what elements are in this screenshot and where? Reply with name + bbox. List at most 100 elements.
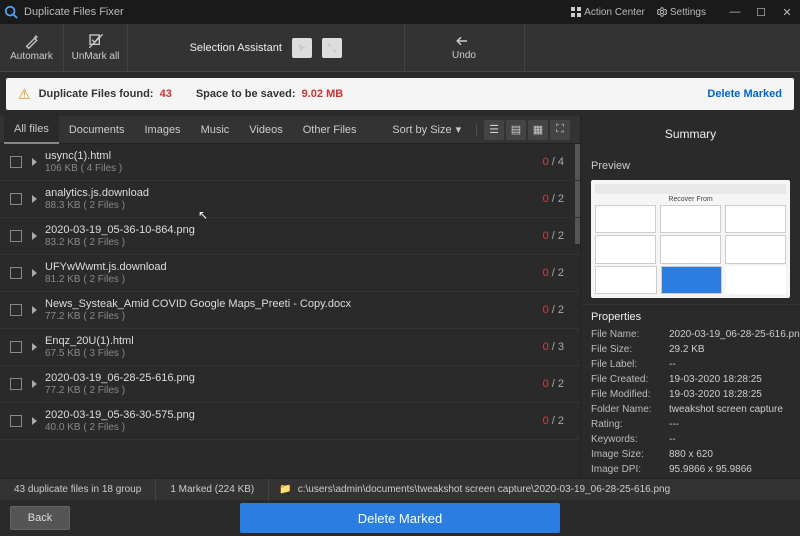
file-list[interactable]: usync(1).html106 KB ( 4 Files )0 / 4anal…: [0, 144, 580, 478]
app-title: Duplicate Files Fixer: [24, 6, 124, 18]
tab-images[interactable]: Images: [134, 116, 190, 144]
titlebar: Duplicate Files Fixer Action Center Sett…: [0, 0, 800, 24]
sa-tool-2[interactable]: [322, 38, 342, 58]
tab-all-files[interactable]: All files: [4, 116, 59, 144]
cursor-check-icon: [296, 42, 308, 54]
property-row: File Created:19-03-2020 18:28:25: [591, 372, 800, 387]
expand-icon[interactable]: [32, 195, 37, 203]
filter-tabs: All files Documents Images Music Videos …: [0, 116, 580, 144]
tab-documents[interactable]: Documents: [59, 116, 135, 144]
property-key: Folder Name:: [591, 402, 669, 417]
property-value: 880 x 620: [669, 447, 800, 462]
chevron-down-icon: ▾: [456, 123, 462, 136]
selection-ratio: 0 / 2: [543, 415, 564, 427]
row-checkbox[interactable]: [10, 267, 22, 279]
file-group-row[interactable]: 2020-03-19_05-36-30-575.png40.0 KB ( 2 F…: [0, 403, 580, 440]
expand-icon[interactable]: [32, 232, 37, 240]
file-group-row[interactable]: 2020-03-19_05-36-10-864.png83.2 KB ( 2 F…: [0, 218, 580, 255]
view-modes: ☰ ▤ ▦ ⛶: [484, 120, 570, 140]
file-meta: 88.3 KB ( 2 Files ): [45, 200, 543, 211]
selection-ratio: 0 / 2: [543, 193, 564, 205]
row-checkbox[interactable]: [10, 156, 22, 168]
property-row: Image DPI:95.9866 x 95.9866: [591, 462, 800, 477]
view-grid[interactable]: ▦: [528, 120, 548, 140]
property-value: tweakshot screen capture: [669, 402, 800, 417]
selection-ratio: 0 / 2: [543, 230, 564, 242]
property-row: Rating:---: [591, 417, 800, 432]
action-center-button[interactable]: Action Center: [571, 7, 645, 18]
expand-icon[interactable]: [32, 306, 37, 314]
row-checkbox[interactable]: [10, 304, 22, 316]
selection-assistant: Selection Assistant: [128, 24, 405, 71]
bottom-bar: Back Delete Marked: [0, 500, 800, 536]
selection-ratio: 0 / 2: [543, 378, 564, 390]
wand-icon: [24, 33, 40, 49]
file-group-row[interactable]: analytics.js.download88.3 KB ( 2 Files )…: [0, 181, 580, 218]
view-list[interactable]: ☰: [484, 120, 504, 140]
file-group-row[interactable]: UFYwWwmt.js.download81.2 KB ( 2 Files )0…: [0, 255, 580, 292]
row-checkbox[interactable]: [10, 193, 22, 205]
minimize-button[interactable]: —: [726, 6, 744, 19]
property-key: Rating:: [591, 417, 669, 432]
settings-button[interactable]: Settings: [657, 7, 706, 18]
delete-marked-button[interactable]: Delete Marked: [240, 503, 560, 533]
tab-other[interactable]: Other Files: [293, 116, 367, 144]
expand-icon[interactable]: [32, 343, 37, 351]
file-group-row[interactable]: usync(1).html106 KB ( 4 Files )0 / 4: [0, 144, 580, 181]
property-row: File Label:--: [591, 357, 800, 372]
property-key: Image DPI:: [591, 462, 669, 477]
property-value: 19-03-2020 18:28:25: [669, 387, 800, 402]
expand-icon[interactable]: [32, 417, 37, 425]
back-button[interactable]: Back: [10, 506, 70, 530]
summary-panel: Summary Preview Recover From Properties …: [580, 116, 800, 478]
tools-icon: [326, 42, 338, 54]
sort-by-dropdown[interactable]: Sort by Size ▾: [392, 123, 461, 136]
row-checkbox[interactable]: [10, 230, 22, 242]
view-expand[interactable]: ⛶: [550, 120, 570, 140]
row-checkbox[interactable]: [10, 341, 22, 353]
file-name: 2020-03-19_05-36-10-864.png: [45, 224, 543, 236]
property-value: --: [669, 432, 800, 447]
status-count: 43 duplicate files in 18 group: [0, 479, 156, 501]
close-button[interactable]: ✕: [778, 6, 796, 19]
file-group-row[interactable]: Enqz_20U(1).html67.5 KB ( 3 Files )0 / 3: [0, 329, 580, 366]
expand-icon[interactable]: [32, 380, 37, 388]
file-meta: 81.2 KB ( 2 Files ): [45, 274, 543, 285]
file-meta: 83.2 KB ( 2 Files ): [45, 237, 543, 248]
row-checkbox[interactable]: [10, 415, 22, 427]
expand-icon[interactable]: [32, 269, 37, 277]
maximize-button[interactable]: ☐: [752, 6, 770, 19]
unmark-all-button[interactable]: UnMark all: [64, 24, 128, 71]
property-key: File Created:: [591, 372, 669, 387]
status-marked: 1 Marked (224 KB): [156, 479, 269, 501]
tab-videos[interactable]: Videos: [239, 116, 292, 144]
file-group-row[interactable]: News_Systeak_Amid COVID Google Maps_Pree…: [0, 292, 580, 329]
delete-marked-link[interactable]: Delete Marked: [707, 88, 782, 100]
summary-heading: Summary: [581, 116, 800, 152]
file-name: 2020-03-19_05-36-30-575.png: [45, 409, 543, 421]
property-row: File Size:29.2 KB: [591, 342, 800, 357]
property-value: 29.2 KB: [669, 342, 800, 357]
automark-button[interactable]: Automark: [0, 24, 64, 71]
app-logo-icon: [4, 5, 18, 19]
file-name: usync(1).html: [45, 150, 543, 162]
file-group-row[interactable]: 2020-03-19_06-28-25-616.png77.2 KB ( 2 F…: [0, 366, 580, 403]
undo-button[interactable]: Undo: [405, 24, 525, 71]
property-key: File Label:: [591, 357, 669, 372]
expand-icon[interactable]: [32, 158, 37, 166]
selection-ratio: 0 / 2: [543, 267, 564, 279]
file-meta: 67.5 KB ( 3 Files ): [45, 348, 543, 359]
preview-label: Preview: [581, 152, 800, 180]
property-key: File Name:: [591, 327, 669, 342]
property-row: File Name:2020-03-19_06-28-25-616.png: [591, 327, 800, 342]
file-meta: 77.2 KB ( 2 Files ): [45, 385, 543, 396]
file-name: 2020-03-19_06-28-25-616.png: [45, 372, 543, 384]
file-name: analytics.js.download: [45, 187, 543, 199]
row-checkbox[interactable]: [10, 378, 22, 390]
property-row: Image Size:880 x 620: [591, 447, 800, 462]
file-meta: 40.0 KB ( 2 Files ): [45, 422, 543, 433]
sa-tool-1[interactable]: [292, 38, 312, 58]
file-name: Enqz_20U(1).html: [45, 335, 543, 347]
view-details[interactable]: ▤: [506, 120, 526, 140]
tab-music[interactable]: Music: [191, 116, 240, 144]
